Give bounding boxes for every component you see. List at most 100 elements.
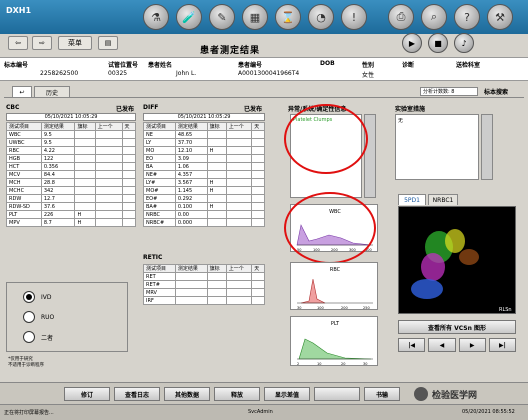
table-cell: 1.06 <box>174 162 208 171</box>
table-row[interactable]: MRV <box>143 288 265 297</box>
column-header[interactable]: 上一个 <box>94 122 123 131</box>
tab-5pd1[interactable]: 5PD1 <box>398 194 426 205</box>
view-log-button[interactable]: 查看日志 <box>114 387 160 401</box>
lab-comments-scrollbar[interactable] <box>481 114 493 180</box>
notes-icon[interactable]: ▤ <box>98 36 118 50</box>
column-header[interactable]: 测定结果 <box>174 264 208 273</box>
search-icon[interactable]: ⌕ <box>421 4 447 30</box>
column-header[interactable]: 上一个 <box>225 264 253 273</box>
show-delta-button[interactable]: 显示差值 <box>264 387 310 401</box>
tube-icon[interactable]: 🧪 <box>176 4 202 30</box>
back-button[interactable]: ⇦ <box>8 36 28 50</box>
warning-icon[interactable]: ! <box>341 4 367 30</box>
column-header[interactable]: 测试项目 <box>6 122 42 131</box>
column-header[interactable]: 测定结果 <box>40 122 76 131</box>
column-header[interactable]: 上一个 <box>225 122 253 131</box>
table-cell <box>251 138 265 147</box>
table-row[interactable]: UWBC 9.5 <box>6 138 136 147</box>
table-row[interactable]: MPV 8.7 H <box>6 218 136 227</box>
forward-button[interactable]: ⇨ <box>32 36 52 50</box>
image-icon[interactable]: ▦ <box>242 4 268 30</box>
radio-ruo[interactable]: RUO <box>23 311 54 323</box>
table-cell <box>225 280 253 289</box>
column-header[interactable]: 天 <box>251 264 265 273</box>
lab-comments-text[interactable]: 无 <box>395 114 479 180</box>
table-row[interactable]: NE 48.65 <box>143 130 265 139</box>
menu-button[interactable]: 菜单 <box>58 36 92 50</box>
table-row[interactable]: RET# <box>143 280 265 289</box>
first-icon[interactable]: |◀ <box>398 338 426 352</box>
table-row[interactable]: RDW 12.7 <box>6 194 136 203</box>
next-icon[interactable]: ▶ <box>458 338 486 352</box>
play-icon[interactable]: ▶ <box>402 33 422 53</box>
syringe-icon[interactable]: ✎ <box>209 4 235 30</box>
table-row[interactable]: NRBC 0.00 <box>143 210 265 219</box>
hourglass-icon[interactable]: ⌛ <box>275 4 301 30</box>
table-row[interactable]: LY 37.70 <box>143 138 265 147</box>
table-row[interactable]: MO# 1.145 H <box>143 186 265 195</box>
tab-current[interactable]: ↩ <box>12 86 32 97</box>
flask-icon[interactable]: ⚗ <box>143 4 169 30</box>
speaker-icon[interactable]: ♪ <box>454 33 474 53</box>
gauge-icon[interactable]: ◔ <box>308 4 334 30</box>
column-header[interactable]: 天 <box>121 122 136 131</box>
table-row[interactable]: MCV 84.4 <box>6 170 136 179</box>
radio-both-circle[interactable] <box>23 331 35 343</box>
table-cell: HGB <box>6 154 42 163</box>
table-row[interactable]: BA# 0.100 H <box>143 202 265 211</box>
help-icon[interactable]: ? <box>454 4 480 30</box>
radio-ivd-circle[interactable] <box>23 291 35 303</box>
printer-icon[interactable]: ⎙ <box>388 4 414 30</box>
table-row[interactable]: EO# 0.292 <box>143 194 265 203</box>
table-cell <box>225 202 253 211</box>
scatter-cluster-yellow <box>445 229 465 253</box>
ruo-note: *仅用于研究 不适用于诊断程序 <box>8 357 44 368</box>
table-row[interactable]: MCH 28.8 <box>6 178 136 187</box>
cbc-title: CBC <box>6 104 20 111</box>
view-all-vcsn-button[interactable]: 查看所有 VCSn 图形 <box>398 320 516 334</box>
wrench-icon[interactable]: ⚒ <box>487 4 513 30</box>
radio-ivd[interactable]: IVD <box>23 291 52 303</box>
other-data-button[interactable]: 其他数据 <box>164 387 210 401</box>
column-header[interactable]: 旗标 <box>206 264 227 273</box>
table-row[interactable]: IRF <box>143 296 265 305</box>
column-header[interactable]: 旗标 <box>206 122 227 131</box>
tab-history[interactable]: 历史 <box>34 86 70 97</box>
table-row[interactable]: MCHC 342 <box>6 186 136 195</box>
table-row[interactable]: BA 1.06 <box>143 162 265 171</box>
table-row[interactable]: RET <box>143 272 265 281</box>
column-header[interactable]: 测试项目 <box>143 264 176 273</box>
column-header[interactable]: 旗标 <box>74 122 96 131</box>
table-row[interactable]: PLT 226 H <box>6 210 136 219</box>
revise-button[interactable]: 修订 <box>64 387 110 401</box>
prev-icon[interactable]: ◀ <box>428 338 456 352</box>
column-header[interactable]: 测定结果 <box>174 122 208 131</box>
table-cell <box>74 138 96 147</box>
table-row[interactable]: MO 12.10 H <box>143 146 265 155</box>
radio-ruo-circle[interactable] <box>23 311 35 323</box>
table-row[interactable]: NRBC# 0.000 <box>143 218 265 227</box>
table-row[interactable]: WBC 9.5 <box>6 130 136 139</box>
table-cell <box>74 130 96 139</box>
table-row[interactable]: RBC 4.22 <box>6 146 136 155</box>
status-message: 正在将打印屏幕报告... <box>4 410 54 416</box>
sample-search-link[interactable]: 标本搜索 <box>484 87 508 96</box>
transmit-button[interactable]: 书输 <box>364 387 400 401</box>
table-row[interactable]: HCT 0.356 <box>6 162 136 171</box>
table-cell: BA <box>143 162 176 171</box>
tab-nrbc1[interactable]: NRBC1 <box>428 194 458 205</box>
table-cell <box>94 186 123 195</box>
table-row[interactable]: RDW-SD 37.6 <box>6 202 136 211</box>
last-icon[interactable]: ▶| <box>488 338 516 352</box>
stop-icon[interactable]: ■ <box>428 33 448 53</box>
column-header[interactable]: 测试项目 <box>143 122 176 131</box>
column-header[interactable]: 天 <box>251 122 265 131</box>
table-row[interactable]: EO 3.09 <box>143 154 265 163</box>
release-button[interactable]: 释放 <box>214 387 260 401</box>
table-row[interactable]: NE# 4.357 <box>143 170 265 179</box>
blank-button-1[interactable] <box>314 387 360 401</box>
radio-both[interactable]: 二者 <box>23 331 53 343</box>
table-row[interactable]: LY# 3.567 H <box>143 178 265 187</box>
table-row[interactable]: HGB 122 <box>6 154 136 163</box>
flags-scrollbar[interactable] <box>364 114 376 198</box>
